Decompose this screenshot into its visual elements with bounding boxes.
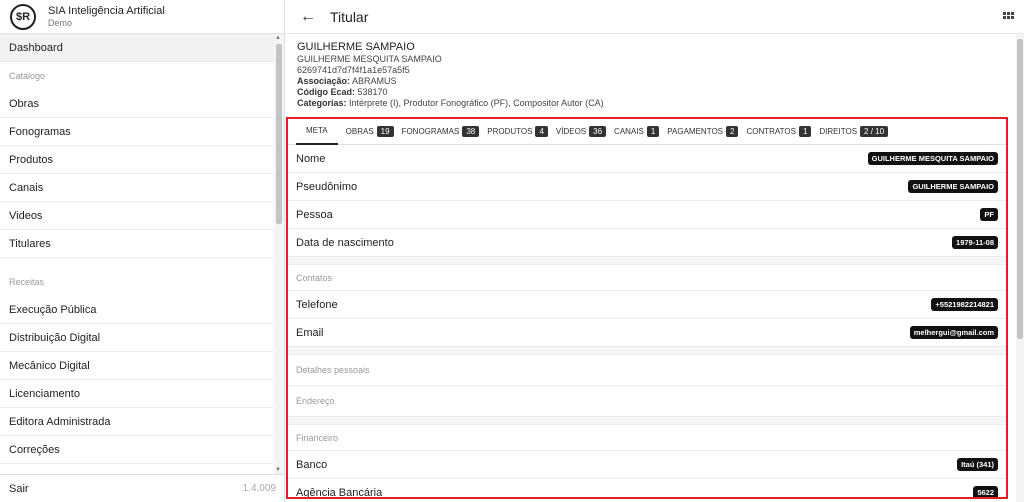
tab-badge: 36 [589,126,607,137]
field-telefone: Telefone +5521982214821 [288,291,1006,319]
tab-badge: 2 / 10 [860,126,889,137]
field-label: Pseudônimo [296,180,358,193]
field-value: Itaú (341) [957,458,998,471]
field-value: melhergui@gmail.com [909,326,998,339]
profile-ecad: Código Ecad: 538170 [297,87,388,97]
tab-fonogramas[interactable]: FONOGRAMAS 38 [402,119,480,145]
sidebar-item-mecanico-digital[interactable]: Mecânico Digital [0,352,275,380]
group-endereco[interactable]: Endereço [288,386,1006,417]
logout-link[interactable]: Sair [9,483,29,495]
field-value: 1979-11-08 [952,236,998,249]
field-label: Banco [296,458,328,471]
profile-summary: GUILHERME SAMPAIO GUILHERME MESQUITA SAM… [286,34,1024,116]
profile-full-name: GUILHERME MESQUITA SAMPAIO [297,54,442,64]
profile-association: Associação: ABRAMUS [297,76,397,86]
field-label: Nome [296,152,326,165]
tab-videos[interactable]: VÍDEOS 36 [556,119,607,145]
sidebar-item-titulares[interactable]: Titulares [0,230,275,258]
scroll-up-icon[interactable]: ▲ [275,35,281,41]
field-value: GUILHERME SAMPAIO [908,180,998,193]
arrow-left-icon[interactable]: ← [300,8,316,26]
field-nascimento: Data de nascimento 1979-11-08 [288,229,1006,257]
main-scroll-thumb[interactable] [1017,39,1023,339]
tab-bar: META OBRAS 19 FONOGRAMAS 38 PRODUTOS 4 VÍDE… [288,119,1006,145]
profile-id: 6269741d7d7f4f1a1e57a5f5 [297,65,410,75]
tab-pagamentos[interactable]: PAGAMENTOS 2 [667,119,739,145]
tab-badge: 38 [462,126,480,137]
tab-badge: 4 [535,126,548,137]
sidebar-header: $R SIA Inteligência Artificial Demo [0,0,284,34]
sidebar-item-fonogramas[interactable]: Fonogramas [0,118,275,146]
page-title: Titular [330,8,369,25]
app-logo[interactable]: $R [10,3,36,30]
sidebar-item-videos[interactable]: Videos [0,202,275,230]
tab-badge: 2 [726,126,739,137]
tab-meta[interactable]: META [296,119,338,145]
main-scrollbar[interactable] [1016,34,1024,502]
field-pseudonimo: Pseudônimo GUILHERME SAMPAIO [288,173,1006,201]
sidebar-item-correcoes[interactable]: Correções [0,436,275,464]
grid-icon[interactable] [1003,12,1014,19]
tab-canais[interactable]: CANAIS 1 [614,119,660,145]
field-label: Pessoa [296,208,333,221]
group-financeiro: Financeiro [288,425,1006,451]
field-nome: Nome GUILHERME MESQUITA SAMPAIO [288,145,1006,173]
group-contatos: Contatos [288,265,1006,291]
sidebar-item-execucao-publica[interactable]: Execução Pública [0,296,275,324]
sidebar: $R SIA Inteligência Artificial Demo Dash… [0,0,285,502]
tab-obras[interactable]: OBRAS 19 [346,119,394,145]
profile-name: GUILHERME SAMPAIO [297,41,415,53]
field-email: Email melhergui@gmail.com [288,319,1006,347]
section-divider [288,257,1006,265]
sidebar-item-distribuicao-digital[interactable]: Distribuição Digital [0,324,275,352]
tab-badge: 1 [798,126,812,137]
app-title: SIA Inteligência Artificial [48,4,165,17]
field-pessoa: Pessoa PF [288,201,1006,229]
sidebar-footer: Sair 1.4.009 [0,474,285,502]
main-content: ← Titular GUILHERME SAMPAIO GUILHERME ME… [286,0,1024,502]
section-divider [288,347,1006,355]
field-label: Email [296,326,324,339]
field-value: +5521982214821 [931,298,998,311]
app-subtitle: Demo [48,17,73,28]
top-bar: ← Titular [286,0,1024,34]
field-label: Telefone [296,298,338,311]
sidebar-item-obras[interactable]: Obras [0,90,275,118]
field-label: Agência Bancária [296,486,383,499]
field-label: Data de nascimento [296,236,394,249]
field-value: PF [980,208,998,221]
sidebar-item-dashboard[interactable]: Dashboard [0,34,275,62]
sidebar-scroll-thumb[interactable] [276,44,282,224]
field-value: 5622 [973,486,998,497]
field-banco: Banco Itaú (341) [288,451,1006,479]
scroll-down-icon[interactable]: ▼ [275,467,281,473]
detail-panel: META OBRAS 19 FONOGRAMAS 38 PRODUTOS 4 VÍDE… [286,117,1008,499]
tab-direitos[interactable]: DIREITOS 2 / 10 [819,119,889,145]
section-divider [288,417,1006,425]
sidebar-scrollbar[interactable]: ▲ ▼ [274,34,284,474]
sidebar-item-produtos[interactable]: Produtos [0,146,275,174]
sidebar-item-licenciamento[interactable]: Licenciamento [0,380,275,408]
app-version: 1.4.009 [242,483,276,494]
group-detalhes-pessoais[interactable]: Detalhes pessoais [288,355,1006,386]
tab-contratos[interactable]: CONTRATOS 1 [746,119,812,145]
sidebar-section-revenue: Receitas [9,277,45,287]
sidebar-section-catalog: Catálogo [9,71,46,81]
field-agencia: Agência Bancária 5622 [288,479,1006,499]
tab-produtos[interactable]: PRODUTOS 4 [487,119,548,145]
profile-categories: Categorias: Intérprete (I), Produtor Fon… [297,98,604,108]
tab-badge: 19 [376,126,394,137]
tab-badge: 1 [646,126,660,137]
sidebar-item-editora-administrada[interactable]: Editora Administrada [0,408,275,436]
sidebar-nav: Dashboard Catálogo Obras Fonogramas Prod… [0,34,275,474]
sidebar-item-canais[interactable]: Canais [0,174,275,202]
field-value: GUILHERME MESQUITA SAMPAIO [867,152,998,165]
